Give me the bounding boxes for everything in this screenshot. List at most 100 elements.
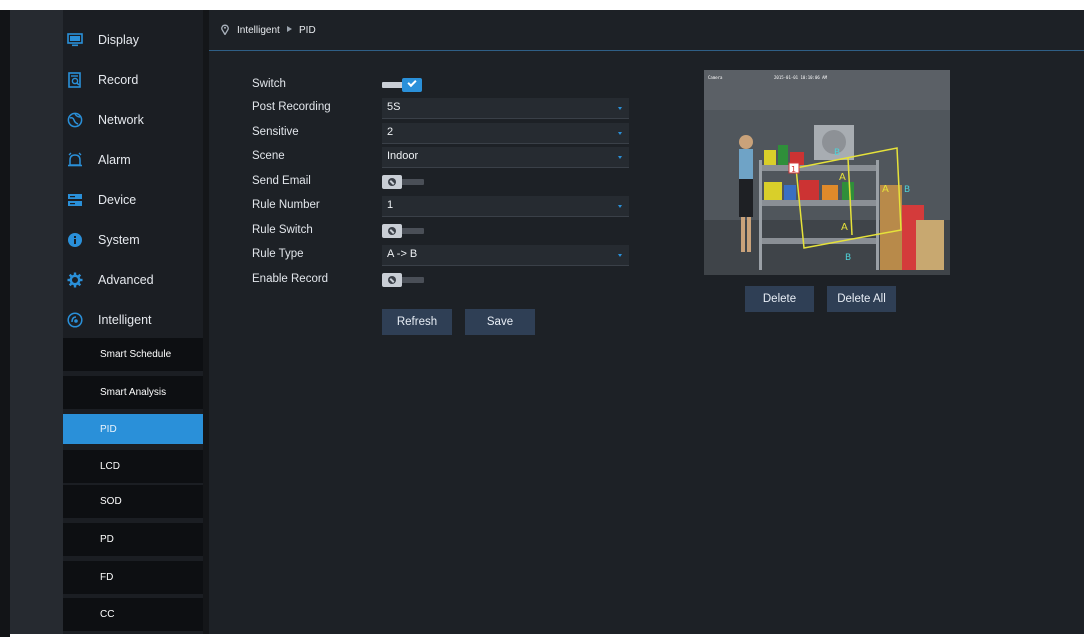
post-recording-label: Post Recording [252,101,331,113]
sidebar-item-label: Advanced [98,273,154,287]
dropdown-caret-icon [618,205,622,208]
sidebar-item-label: Network [98,113,144,127]
enable-record-label: Enable Record [252,273,329,285]
sidebar-subitem-smart-analysis[interactable]: Smart Analysis [63,376,203,409]
intelligent-icon [67,312,83,328]
main-panel: Intelligent PID Switch Post Recording 5S… [209,10,1084,634]
rule-switch-label: Rule Switch [252,224,313,236]
rule-number-row: Rule Number 1 [252,196,652,217]
dropdown-caret-icon [618,132,622,135]
post-recording-select[interactable]: 5S [382,98,629,119]
zone-label-b3: B [845,253,851,263]
window-left-border [0,10,10,637]
sidebar-item-label: Alarm [98,153,131,167]
breadcrumb-page: PID [299,24,316,36]
zone-label-a1: A [839,172,846,183]
scene-value: Indoor [387,150,419,162]
sidebar-item-display[interactable]: Display [63,20,203,60]
app-window: Display Record Network Alarm Device Syst… [10,10,1084,634]
post-recording-row: Post Recording 5S [252,98,652,119]
delete-all-button[interactable]: Delete All [827,286,896,312]
sensitive-select[interactable]: 2 [382,123,629,144]
checkmark-icon [402,77,422,92]
sidebar-subitem-pid[interactable]: PID [63,414,203,444]
dropdown-caret-icon [618,156,622,159]
save-button[interactable]: Save [465,309,535,335]
toggle-off-icon [382,273,402,287]
sidebar-item-advanced[interactable]: Advanced [63,260,203,300]
toggle-off-icon [382,175,402,189]
dropdown-caret-icon [618,107,622,110]
sidebar-item-label: Device [98,193,137,207]
sidebar-item-label: Display [98,33,139,47]
rule-type-label: Rule Type [252,248,304,260]
rule-type-value: A -> B [387,248,418,260]
scene-select[interactable]: Indoor [382,147,629,168]
sidebar-subitem-lcd[interactable]: LCD [63,450,203,483]
zone-label-b1: B [834,148,840,158]
send-email-row: Send Email [252,172,652,192]
send-email-label: Send Email [252,175,311,187]
camera-preview[interactable]: Camera 2015-01-01 10:10:06 AM 1 A A A B … [704,70,950,275]
location-pin-icon [221,22,229,40]
sidebar-subitem-smart-schedule[interactable]: Smart Schedule [63,338,203,371]
sensitive-label: Sensitive [252,126,299,138]
sidebar-subitem-label: Smart Analysis [100,387,167,398]
rule-switch-row: Rule Switch [252,221,652,241]
rule-number-value: 1 [387,199,394,211]
sidebar: Display Record Network Alarm Device Syst… [63,10,203,634]
globe-icon [67,112,83,128]
post-recording-value: 5S [387,101,401,113]
rule-type-row: Rule Type A -> B [252,245,652,266]
sidebar-item-label: Intelligent [98,313,152,327]
breadcrumb-section[interactable]: Intelligent [237,25,280,36]
info-icon [67,232,83,248]
sidebar-subitem-label: LCD [100,461,121,472]
sidebar-subitem-pd[interactable]: PD [63,523,203,556]
sidebar-item-alarm[interactable]: Alarm [63,140,203,180]
delete-button[interactable]: Delete [745,286,814,312]
sidebar-item-system[interactable]: System [63,220,203,260]
enable-record-row: Enable Record [252,270,652,290]
enable-record-toggle[interactable] [382,273,424,287]
sidebar-item-intelligent[interactable]: Intelligent [63,300,203,340]
switch-toggle[interactable] [382,77,424,92]
svg-text:2015-01-01 10:10:06 AM: 2015-01-01 10:10:06 AM [774,75,828,80]
svg-text:Camera: Camera [708,75,723,80]
sensitive-row: Sensitive 2 [252,123,652,144]
rule-type-select[interactable]: A -> B [382,245,629,266]
sidebar-item-record[interactable]: Record [63,60,203,100]
sidebar-subitem-cc[interactable]: CC [63,598,203,631]
scene-row: Scene Indoor [252,147,652,168]
sensitive-value: 2 [387,126,394,138]
rule-number-select[interactable]: 1 [382,196,629,217]
sidebar-subitem-fd[interactable]: FD [63,561,203,594]
sidebar-subitem-label: PID [100,423,117,435]
zone-label-b2: B [904,185,910,195]
sidebar-subitem-label: Smart Schedule [100,349,172,360]
window-top-border [0,0,1084,10]
sidebar-item-label: System [98,233,140,247]
zone-label-a2: A [882,184,889,195]
sidebar-item-device[interactable]: Device [63,180,203,220]
gear-icon [67,272,83,288]
monitor-icon [67,32,83,48]
storage-device-icon [67,192,83,208]
alarm-bell-icon [67,152,83,168]
rule-switch-toggle[interactable] [382,224,424,238]
breadcrumb-arrow-icon [287,26,292,32]
sidebar-subitem-label: PD [100,534,114,545]
sidebar-subitem-label: SOD [100,496,122,507]
toggle-track [382,82,404,88]
sidebar-subitem-label: CC [100,609,115,620]
refresh-button[interactable]: Refresh [382,309,452,335]
sidebar-item-network[interactable]: Network [63,100,203,140]
sidebar-item-label: Record [98,73,139,87]
sidebar-subitem-sod[interactable]: SOD [63,485,203,518]
send-email-toggle[interactable] [382,175,424,189]
zone-label-a3: A [841,222,848,233]
sidebar-subitem-label: FD [100,572,114,583]
toggle-off-icon [382,224,402,238]
rule-number-label: Rule Number [252,199,320,211]
switch-row: Switch [252,75,652,95]
